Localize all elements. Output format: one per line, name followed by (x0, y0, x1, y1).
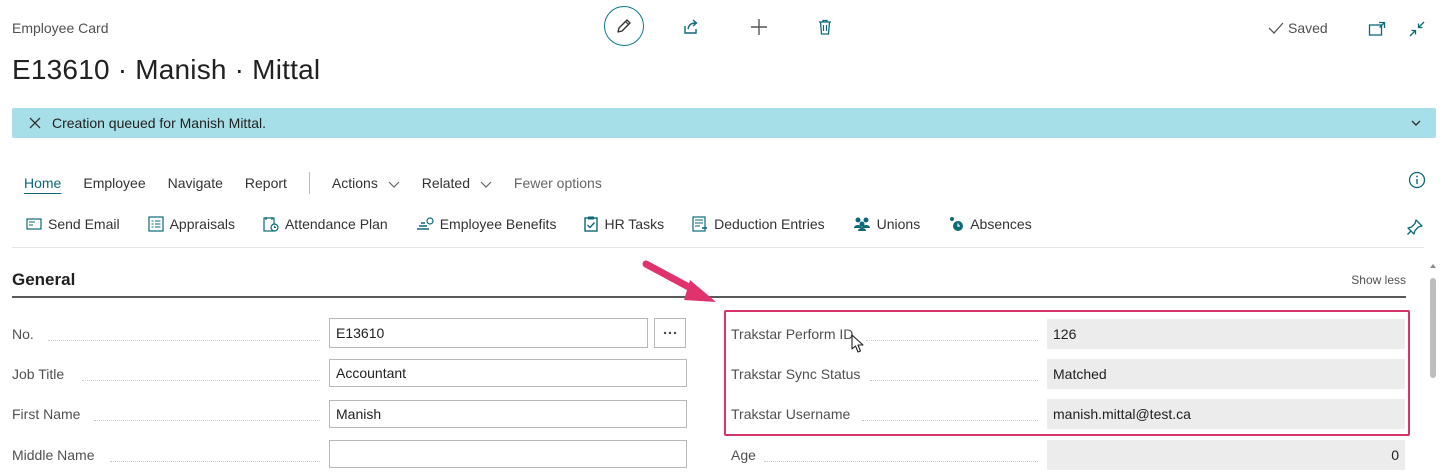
appraisals-button[interactable]: Appraisals (147, 216, 235, 232)
show-less-button[interactable]: Show less (1351, 273, 1406, 287)
tab-report[interactable]: Report (245, 175, 287, 191)
tab-actions-label: Actions (331, 175, 378, 191)
collapse-button[interactable] (1408, 20, 1426, 38)
first-name-field[interactable]: Manish (329, 400, 687, 428)
fewer-options-button[interactable]: Fewer options (514, 175, 602, 191)
tab-home[interactable]: Home (24, 175, 61, 191)
employee-benefits-icon (416, 217, 434, 230)
people-group-icon (853, 217, 870, 231)
appraisals-icon (147, 216, 164, 232)
mouse-cursor-icon (851, 334, 864, 353)
tab-navigate[interactable]: Navigate (168, 175, 223, 191)
label-leader (110, 461, 320, 462)
annotation-arrow-icon (642, 260, 716, 302)
trash-icon (819, 19, 831, 35)
job-title-field[interactable]: Accountant (329, 359, 687, 387)
tab-related-label: Related (421, 175, 470, 191)
tab-related[interactable]: Related (422, 175, 492, 191)
new-button[interactable] (748, 16, 770, 38)
plus-icon (751, 19, 767, 35)
unions-button[interactable]: Unions (853, 216, 921, 232)
highlight-annotation-box (724, 310, 1410, 436)
attendance-plan-label: Attendance Plan (284, 216, 388, 232)
field-label-job-title: Job Title (12, 366, 65, 382)
pin-actions-button[interactable] (1406, 218, 1424, 241)
hr-tasks-button[interactable]: HR Tasks (584, 216, 664, 232)
middle-name-field[interactable] (329, 440, 687, 468)
vertical-scrollbar[interactable] (1428, 262, 1438, 474)
label-leader (48, 340, 320, 341)
notification-message: Creation queued for Manish Mittal. (52, 115, 266, 131)
pencil-icon (617, 19, 631, 33)
field-label-age: Age (731, 447, 756, 463)
attendance-plan-button[interactable]: Attendance Plan (263, 216, 388, 232)
absences-button[interactable]: Absences (948, 216, 1032, 232)
attendance-plan-icon (263, 217, 279, 232)
tab-separator (308, 172, 310, 194)
chevron-down-icon (480, 181, 492, 189)
edit-button[interactable] (604, 6, 644, 46)
pin-icon (1407, 219, 1423, 235)
label-leader (764, 461, 1038, 462)
expand-notification-button[interactable] (1410, 116, 1422, 132)
promoted-actions: Send Email Appraisals Attendance Plan Em… (26, 216, 1060, 232)
clipboard-check-icon (584, 216, 599, 232)
hr-tasks-label: HR Tasks (604, 216, 665, 232)
employee-benefits-button[interactable]: Employee Benefits (416, 216, 557, 232)
saved-label: Saved (1288, 20, 1328, 36)
notification-banner: Creation queued for Manish Mittal. (12, 108, 1436, 138)
deduction-entries-button[interactable]: Deduction Entries (692, 216, 825, 232)
field-label-first-name: First Name (12, 406, 81, 422)
share-icon (684, 19, 698, 34)
page-title: E13610 · Manish · Mittal (12, 54, 321, 85)
info-button[interactable] (1408, 171, 1426, 194)
share-button[interactable] (680, 16, 702, 38)
person-away-icon (950, 217, 964, 231)
deduction-entries-label: Deduction Entries (714, 216, 825, 232)
saved-status: Saved (1268, 20, 1328, 36)
collapse-icon (1409, 21, 1425, 37)
label-leader (94, 420, 320, 421)
send-email-label: Send Email (48, 216, 120, 232)
email-icon (26, 218, 42, 230)
no-field[interactable]: E13610 (329, 318, 648, 348)
label-leader (82, 380, 320, 381)
delete-button[interactable] (814, 16, 836, 38)
open-new-window-button[interactable] (1368, 20, 1386, 38)
chevron-down-icon (1411, 120, 1421, 126)
field-label-middle-name: Middle Name (12, 447, 95, 463)
section-title-general[interactable]: General (12, 270, 75, 290)
scroll-up-icon (1430, 264, 1436, 268)
open-new-window-icon (1368, 21, 1386, 36)
appraisals-label: Appraisals (169, 216, 235, 232)
close-icon (29, 117, 41, 129)
actions-divider (12, 247, 1424, 248)
deduction-entries-icon (692, 216, 708, 232)
no-lookup-button[interactable] (654, 318, 686, 348)
more-options-icon (663, 331, 677, 335)
page-caption: Employee Card (12, 20, 109, 36)
checkmark-icon (1268, 22, 1284, 34)
tab-actions[interactable]: Actions (332, 175, 400, 191)
tab-employee[interactable]: Employee (83, 175, 145, 191)
unions-label: Unions (876, 216, 921, 232)
field-label-no: No. (12, 326, 34, 342)
absences-label: Absences (970, 216, 1032, 232)
dismiss-notification-button[interactable] (28, 116, 42, 130)
send-email-button[interactable]: Send Email (26, 216, 120, 232)
chevron-down-icon (388, 181, 400, 189)
action-tabs: Home Employee Navigate Report Actions Re… (24, 172, 624, 194)
employee-benefits-label: Employee Benefits (439, 216, 557, 232)
scrollbar-thumb[interactable] (1430, 278, 1436, 378)
info-icon (1408, 171, 1426, 189)
age-value: 0 (1047, 440, 1405, 470)
